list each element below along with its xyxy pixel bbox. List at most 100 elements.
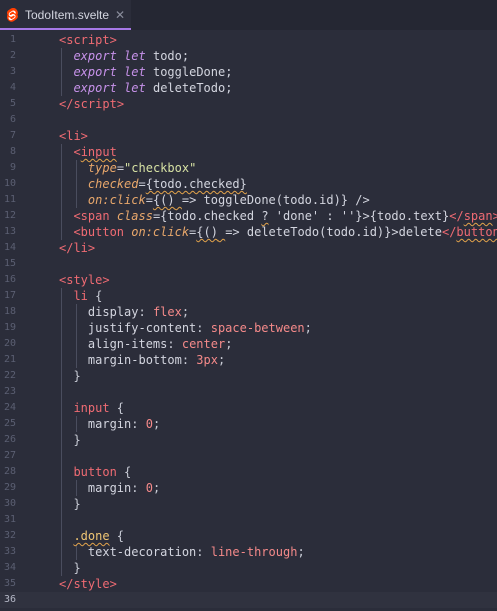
line-number: 18 — [3, 306, 16, 317]
code-text: margin-bottom: 3px; — [59, 352, 225, 368]
code-line: 17 li { — [0, 288, 497, 304]
line-number: 19 — [3, 322, 16, 333]
token-keyword: let — [124, 81, 146, 95]
token-keyword: let — [124, 49, 146, 63]
code-line-active[interactable]: 36 — [0, 592, 497, 608]
token-selector: input — [73, 401, 110, 415]
line-number: 32 — [3, 530, 16, 541]
code-text: <li> — [59, 128, 88, 144]
token-tag-close: /> — [348, 193, 370, 207]
code-text: type="checkbox" — [59, 160, 196, 176]
token-operator: => — [181, 193, 197, 207]
token-punctuation: : — [138, 305, 153, 319]
code-text: li { — [59, 288, 102, 304]
token-tag: </ — [449, 209, 464, 223]
code-line: 29 margin: 0; — [0, 480, 497, 496]
token-property: margin — [87, 417, 132, 431]
token-expression: {todo.text} — [369, 209, 450, 223]
token-keyword: export — [73, 81, 117, 95]
code-text: export let todo; — [59, 48, 189, 64]
code-line: 1 <script> — [0, 32, 497, 48]
token-tag: < — [73, 145, 81, 159]
line-number: 31 — [3, 514, 16, 525]
token-selector: li — [73, 289, 88, 303]
token-attribute: on:click — [87, 193, 146, 207]
code-text: } — [59, 560, 80, 576]
token-selector: button — [73, 465, 117, 479]
line-number: 13 — [3, 226, 16, 237]
code-text: display: flex; — [59, 304, 189, 320]
line-number: 23 — [3, 386, 16, 397]
code-text: } — [59, 368, 80, 384]
close-icon[interactable]: ✕ — [115, 8, 125, 22]
tab-todoitem-svelte[interactable]: TodoItem.svelte ✕ — [0, 0, 131, 30]
code-line: 23 — [0, 384, 497, 400]
code-text: .done { — [59, 528, 124, 544]
code-line: 10 checked={todo.checked} — [0, 176, 497, 192]
code-line: 6 — [0, 112, 497, 128]
token-property: justify-content — [87, 321, 197, 335]
code-text: </script> — [59, 96, 124, 112]
token-value: 3px — [196, 353, 218, 367]
svelte-icon — [7, 8, 18, 22]
token-tag: </ — [441, 225, 457, 239]
line-number: 24 — [3, 402, 16, 413]
code-text: export let toggleDone; — [59, 64, 232, 80]
code-line: 27 — [0, 448, 497, 464]
code-line: 20 align-items: center; — [0, 336, 497, 352]
code-line: 19 justify-content: space-between; — [0, 320, 497, 336]
line-number: 30 — [3, 498, 16, 509]
token-punctuation: ; — [152, 417, 161, 431]
token-punctuation: : — [181, 353, 197, 367]
token-attribute: class — [116, 209, 153, 223]
token-tag: button — [456, 225, 497, 239]
token-tag: <li> — [59, 129, 88, 143]
code-text: </style> — [59, 576, 117, 592]
code-line: 26 } — [0, 432, 497, 448]
token-tag: > — [492, 209, 497, 223]
token-expression: deleteTodo(todo.id)}> — [239, 225, 399, 239]
token-attribute: on:click — [131, 225, 190, 239]
token-value: center — [181, 337, 226, 351]
token-tag: <script> — [59, 33, 117, 47]
token-value: flex — [152, 305, 182, 319]
token-punctuation: : — [167, 337, 182, 351]
token-keyword: export — [73, 49, 117, 63]
code-text: <button on:click={() => deleteTodo(todo.… — [59, 224, 497, 240]
line-number: 22 — [3, 370, 16, 381]
code-line: 14 </li> — [0, 240, 497, 256]
code-line: 21 margin-bottom: 3px; — [0, 352, 497, 368]
token-expression: () — [203, 225, 218, 239]
code-editor[interactable]: 1 <script> 2 export let todo; 3 export l… — [0, 32, 497, 611]
code-line: 4 export let deleteTodo; — [0, 80, 497, 96]
token-punctuation: = — [145, 193, 153, 207]
line-number: 29 — [3, 482, 16, 493]
token-property: text-decoration — [87, 545, 197, 559]
code-line: 28 button { — [0, 464, 497, 480]
token-punctuation: ; — [152, 481, 161, 495]
token-value: line-through — [210, 545, 298, 559]
token-tag: <style> — [59, 273, 110, 287]
token-punctuation: ; — [304, 321, 312, 335]
code-text: on:click={() => toggleDone(todo.id)} /> — [59, 192, 370, 208]
token-tag: </ — [59, 97, 74, 111]
code-line: 16 <style> — [0, 272, 497, 288]
token-punctuation: { — [109, 401, 125, 415]
code-text: justify-content: space-between; — [59, 320, 312, 336]
token-operator: : — [319, 209, 341, 223]
token-punctuation: = — [116, 161, 125, 175]
code-text: <span class={todo.checked ? 'done' : ''}… — [59, 208, 497, 224]
editor-window: TodoItem.svelte ✕ 1 <script> 2 export le… — [0, 0, 497, 611]
tab-bar: TodoItem.svelte ✕ — [0, 0, 497, 30]
token-tag: input — [80, 145, 117, 159]
token-keyword: export — [73, 65, 117, 79]
line-number: 35 — [3, 578, 16, 589]
token-expression: () — [160, 193, 175, 207]
code-text: <input — [59, 144, 117, 160]
token-tag: span — [463, 209, 493, 223]
token-text: delete — [398, 225, 442, 239]
token-punctuation: : — [131, 417, 146, 431]
token-operator: => — [225, 225, 240, 239]
line-number: 11 — [3, 194, 16, 205]
